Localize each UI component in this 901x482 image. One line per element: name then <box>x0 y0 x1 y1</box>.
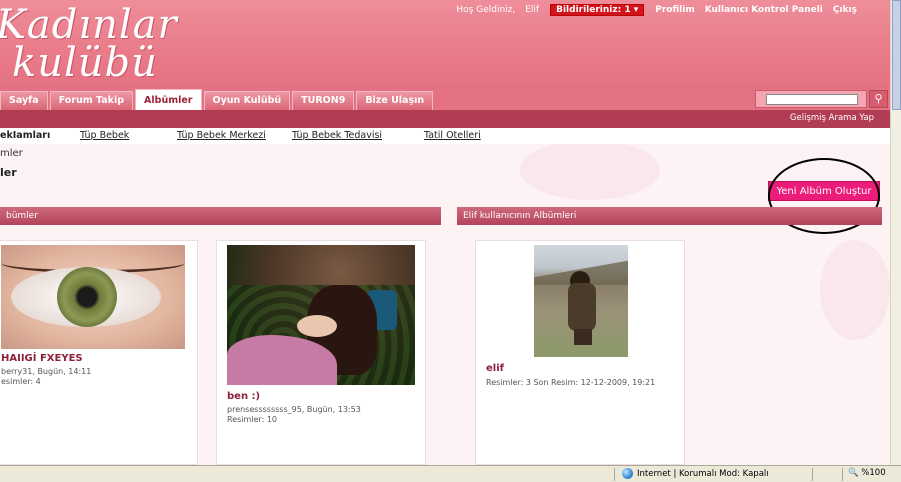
album-count: esimler: 4 <box>1 377 41 386</box>
section-header-albums: bümler <box>0 207 441 225</box>
status-separator <box>842 468 843 481</box>
photo-face <box>297 315 337 337</box>
eye-iris <box>57 267 117 327</box>
profile-link[interactable]: Profilim <box>650 5 699 15</box>
album-thumbnail[interactable] <box>1 245 185 349</box>
vertical-scrollbar[interactable] <box>890 0 901 465</box>
link-tup-bebek-tedavisi[interactable]: Tüp Bebek Tedavisi <box>292 130 382 141</box>
child-photo <box>534 245 628 357</box>
zone-text: Internet | Korumalı Mod: Kapalı <box>637 468 769 479</box>
sponsored-links: ekIamları Tüp Bebek Tüp Bebek Merkezi Tü… <box>0 128 890 144</box>
tab-sayfa[interactable]: Sayfa <box>0 91 48 110</box>
advanced-search-link[interactable]: Gelişmiş Arama Yap <box>790 113 874 123</box>
page-title: ler <box>0 166 17 179</box>
album-thumbnail[interactable] <box>227 245 415 385</box>
browser-page: Kadınlar kulübü Hoş Geldiniz, Elif Bildi… <box>0 0 901 482</box>
album-thumbnail[interactable] <box>534 245 628 357</box>
tab-oyun-kulubu[interactable]: Oyun Kulübü <box>203 91 291 110</box>
link-ads[interactable]: ekIamları <box>0 130 50 141</box>
welcome-text: Hoş Geldiniz, <box>456 5 516 15</box>
site-logo-line2[interactable]: kulübü <box>12 40 158 86</box>
search-icon: ⚲ <box>874 92 883 105</box>
status-separator <box>812 468 813 481</box>
girl-photo <box>227 245 415 385</box>
album-card[interactable]: ben :) prensessssssss_95, Bugün, 13:53 R… <box>216 240 426 465</box>
photo-legs <box>574 329 592 345</box>
tab-bize-ulasin[interactable]: Bize Ulaşın <box>356 91 434 110</box>
album-meta: Resimler: 3 Son Resim: 12-12-2009, 19:21 <box>486 378 656 387</box>
globe-icon <box>622 468 633 479</box>
link-tatil-otelleri[interactable]: Tatil Otelleri <box>424 130 481 141</box>
zoom-level[interactable]: 🔍 %100 <box>848 468 886 478</box>
zoom-text: %100 <box>861 468 886 478</box>
scrollbar-thumb[interactable] <box>892 0 901 110</box>
album-meta: berry31, Bugün, 14:11 <box>1 367 92 376</box>
control-panel-link[interactable]: Kullanıcı Kontrol Paneli <box>700 5 828 15</box>
album-title[interactable]: HAIIGİ FXEYES <box>1 353 83 364</box>
album-title[interactable]: elif <box>486 363 504 374</box>
tab-forum-takip[interactable]: Forum Takip <box>49 91 134 110</box>
search-input[interactable] <box>766 94 858 105</box>
album-title[interactable]: ben :) <box>227 391 260 402</box>
breadcrumb[interactable]: mler <box>0 148 23 159</box>
album-card[interactable]: elif Resimler: 3 Son Resim: 12-12-2009, … <box>475 240 685 465</box>
album-card[interactable]: HAIIGİ FXEYES berry31, Bugün, 14:11 esim… <box>0 240 198 465</box>
eye-photo <box>1 245 185 349</box>
background-decoration <box>520 140 660 200</box>
site-header: Kadınlar kulübü Hoş Geldiniz, Elif Bildi… <box>0 0 890 88</box>
photo-body <box>568 283 596 331</box>
album-count: Resimler: 10 <box>227 415 278 424</box>
zoom-icon: 🔍 <box>848 468 859 478</box>
nav-tabs: Sayfa Forum Takip Albümler Oyun Kulübü T… <box>0 89 435 110</box>
sub-nav-bar: Gelişmiş Arama Yap <box>0 110 890 128</box>
security-zone[interactable]: Internet | Korumalı Mod: Kapalı <box>622 468 769 479</box>
browser-status-bar: Internet | Korumalı Mod: Kapalı 🔍 %100 <box>0 465 901 482</box>
tab-albumler[interactable]: Albümler <box>135 89 202 110</box>
status-separator <box>614 468 615 481</box>
tab-turon9[interactable]: TURON9 <box>292 91 355 110</box>
section-header-user-albums: Elif kullanıcının Albümleri <box>457 207 882 225</box>
username-link[interactable]: Elif <box>520 5 544 15</box>
link-tup-bebek-merkezi[interactable]: Tüp Bebek Merkezi <box>177 130 266 141</box>
logout-link[interactable]: Çıkış <box>828 5 862 15</box>
search-button[interactable]: ⚲ <box>869 90 888 108</box>
notifications-button[interactable]: Bildirileriniz: 1 ▾ <box>550 4 645 16</box>
user-links: Hoş Geldiniz, Elif Bildirileriniz: 1 ▾ P… <box>451 4 862 16</box>
background-decoration <box>820 240 890 340</box>
link-tup-bebek[interactable]: Tüp Bebek <box>80 130 129 141</box>
main-nav: Sayfa Forum Takip Albümler Oyun Kulübü T… <box>0 88 890 110</box>
album-meta: prensessssssss_95, Bugün, 13:53 <box>227 405 361 414</box>
search-box <box>755 90 867 108</box>
